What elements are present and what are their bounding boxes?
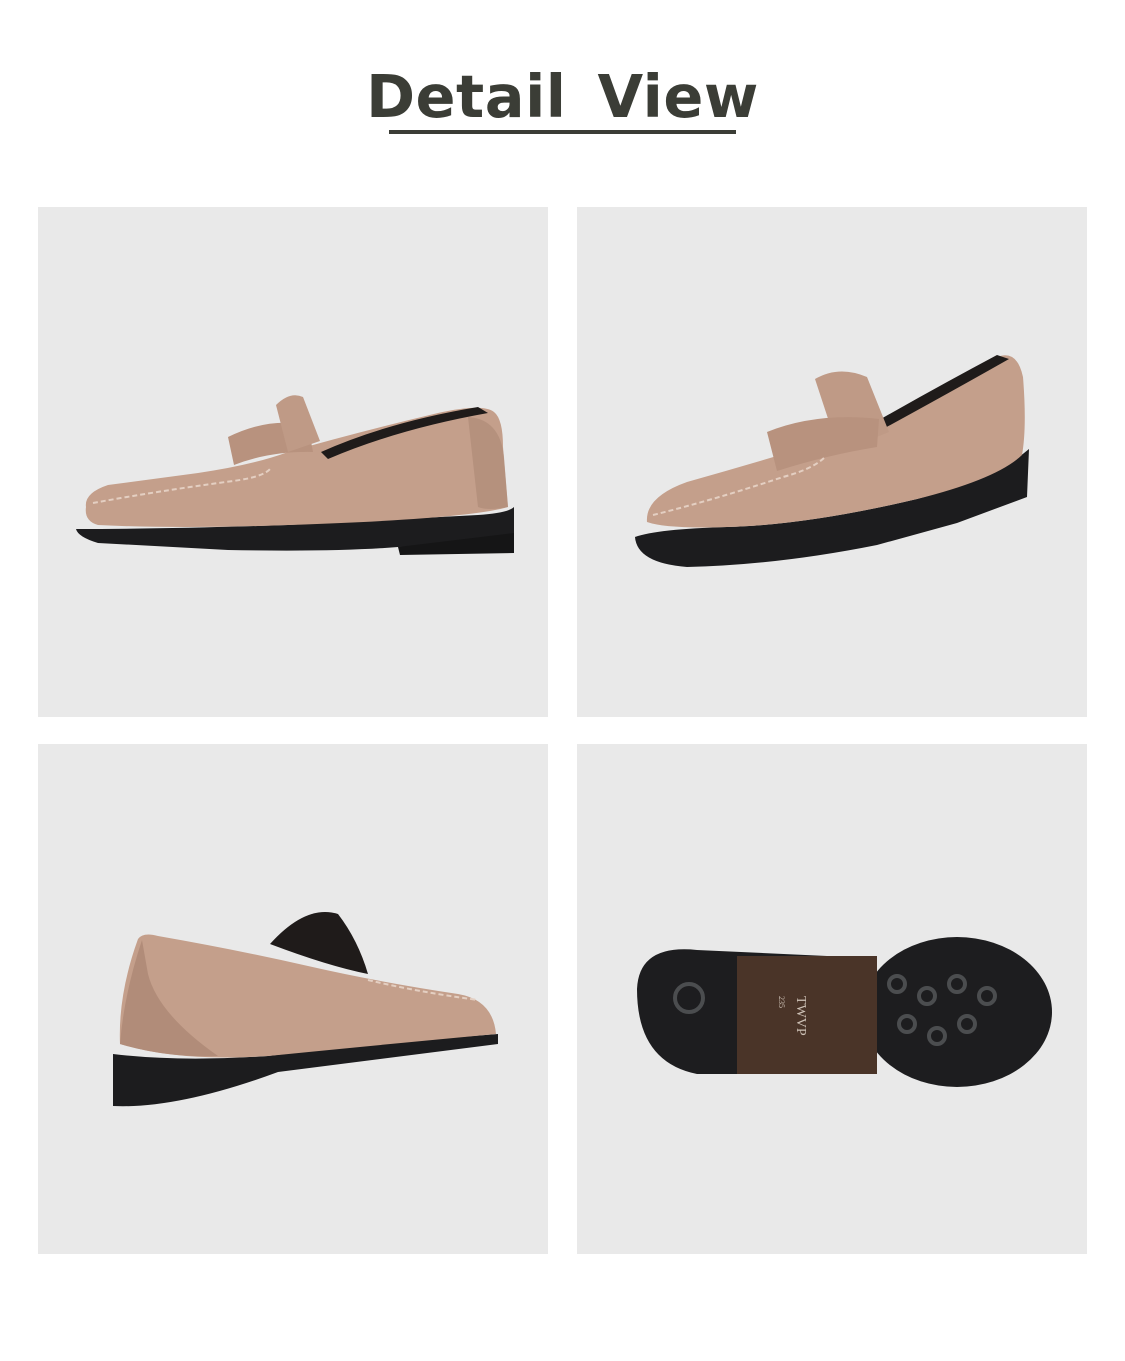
product-image-sole[interactable]: TWVP 235 [577, 744, 1087, 1254]
product-image-three-quarter[interactable] [577, 207, 1087, 717]
loafer-sole-illustration: TWVP 235 [637, 937, 1052, 1087]
sole-size-stamp: 235 [777, 996, 786, 1008]
loafer-back-illustration [113, 912, 498, 1107]
forefoot-outsole [862, 937, 1052, 1087]
product-image-back[interactable] [38, 744, 548, 1254]
product-image-side[interactable] [38, 207, 548, 717]
title-underline [389, 130, 736, 134]
loafer-three-quarter-illustration [635, 355, 1029, 567]
sole-brand-stamp: TWVP [793, 996, 808, 1036]
title-block: Detail View [0, 62, 1125, 132]
loafer-side-illustration [76, 395, 514, 555]
page-title: Detail View [366, 62, 759, 131]
